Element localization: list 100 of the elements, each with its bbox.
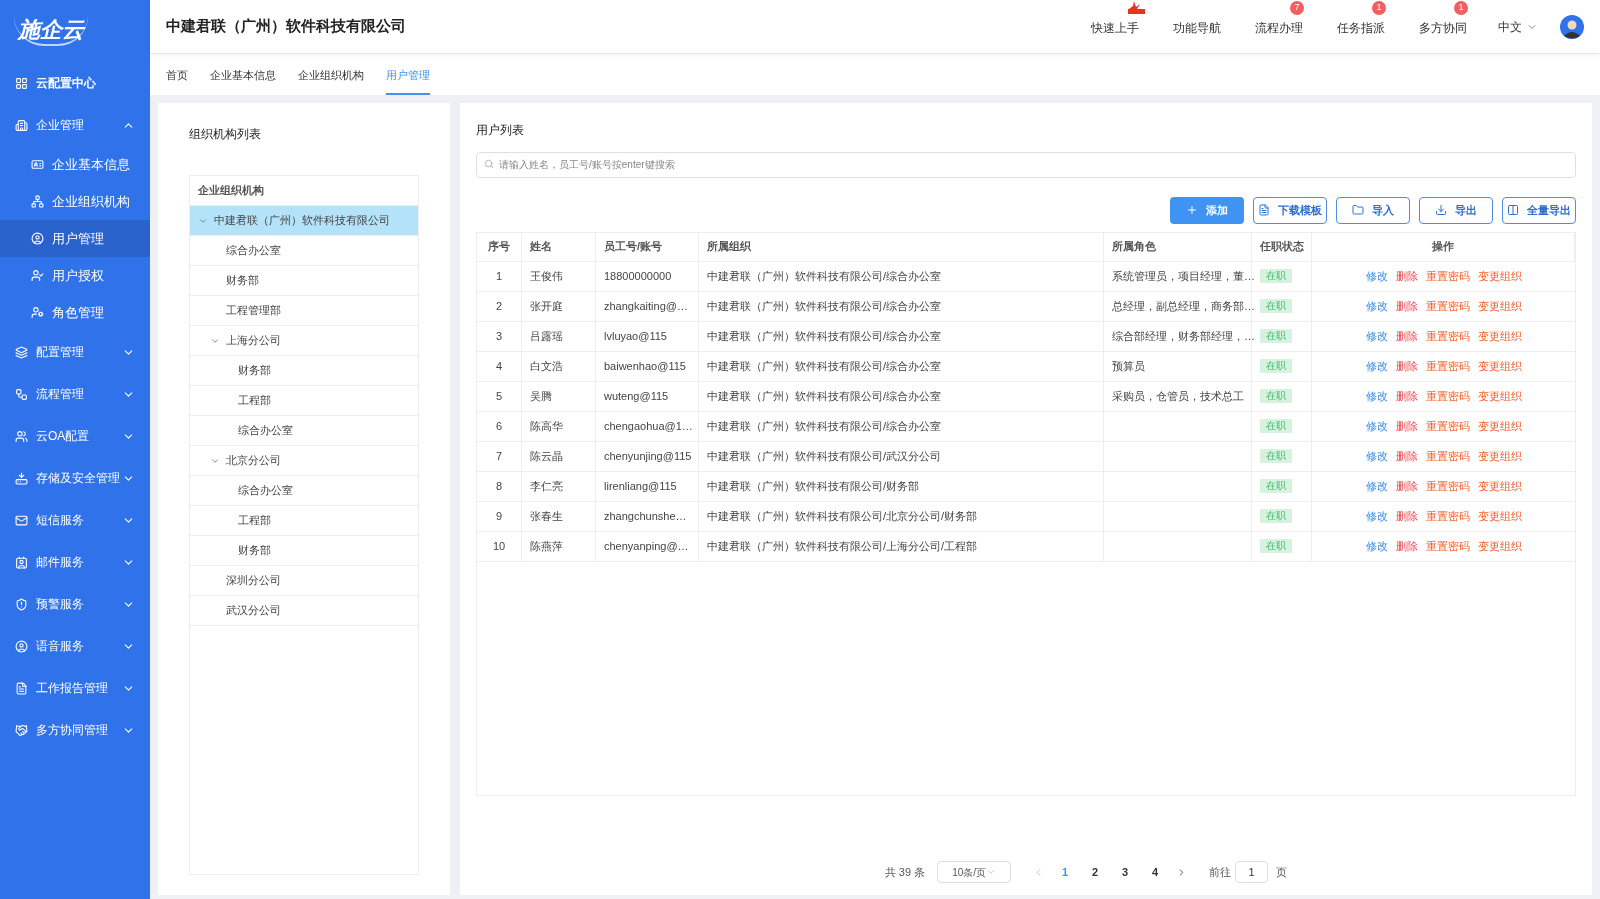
sidebar-item[interactable]: 角色管理	[0, 294, 150, 331]
tree-label: 武汉分公司	[226, 603, 281, 619]
sidebar-item[interactable]: 企业基本信息	[0, 146, 150, 183]
tab[interactable]: 企业基本信息	[210, 66, 276, 95]
panel-title: 组织机构列表	[189, 126, 262, 143]
action-link[interactable]: 重置密码	[1426, 537, 1470, 555]
action-link[interactable]: 修改	[1366, 507, 1388, 525]
action-link[interactable]: 变更组织	[1478, 297, 1522, 315]
sidebar-group[interactable]: 多方协同管理	[0, 709, 150, 751]
sidebar-group[interactable]: 企业管理	[0, 104, 150, 146]
tab[interactable]: 企业组织机构	[298, 66, 364, 95]
user-circle-icon	[31, 232, 44, 245]
action-link[interactable]: 重置密码	[1426, 387, 1470, 405]
sidebar-group[interactable]: 云OA配置	[0, 415, 150, 457]
sidebar-group[interactable]: 云配置中心	[0, 62, 150, 104]
total-count: 共 39 条	[884, 864, 926, 880]
nav-link[interactable]: 任务指派	[1337, 20, 1385, 35]
tab[interactable]: 首页	[166, 66, 188, 95]
toolbar-button[interactable]: 全量导出	[1502, 196, 1576, 224]
table-cell: 3	[477, 321, 522, 351]
action-link[interactable]: 修改	[1366, 447, 1388, 465]
toolbar-button[interactable]: 导出	[1419, 196, 1493, 224]
toolbar-button[interactable]: 下载模板	[1253, 196, 1327, 224]
tab[interactable]: 用户管理	[386, 66, 430, 95]
action-link[interactable]: 重置密码	[1426, 417, 1470, 435]
goto-label: 前往	[1209, 864, 1232, 880]
action-link[interactable]: 删除	[1396, 537, 1418, 555]
sidebar-group[interactable]: 配置管理	[0, 331, 150, 373]
page-size-select[interactable]: 10条/页	[937, 861, 1012, 883]
document-icon	[1258, 204, 1270, 216]
toolbar-button[interactable]: 添加	[1170, 196, 1244, 224]
action-link[interactable]: 删除	[1396, 297, 1418, 315]
column-header: 员工号/账号	[596, 232, 699, 261]
action-link[interactable]: 重置密码	[1426, 297, 1470, 315]
nav-link[interactable]: 快速上手	[1091, 20, 1139, 35]
action-link[interactable]: 修改	[1366, 387, 1388, 405]
action-link[interactable]: 重置密码	[1426, 357, 1470, 375]
action-link[interactable]: 删除	[1396, 507, 1418, 525]
action-link[interactable]: 变更组织	[1478, 447, 1522, 465]
action-link[interactable]: 修改	[1366, 357, 1388, 375]
sidebar-item[interactable]: 企业组织机构	[0, 183, 150, 220]
action-link[interactable]: 删除	[1396, 447, 1418, 465]
search-field[interactable]: 请输入姓名，员工号/账号按enter键搜索	[476, 151, 1576, 178]
action-link[interactable]: 修改	[1366, 297, 1388, 315]
nav-link[interactable]: 多方协同	[1419, 20, 1467, 35]
sidebar-group[interactable]: 存储及安全管理	[0, 457, 150, 499]
action-link[interactable]: 变更组织	[1478, 537, 1522, 555]
language-select[interactable]: 中文	[1498, 17, 1538, 36]
id-card-icon	[15, 555, 28, 569]
table-cell: 5	[477, 381, 522, 411]
page-number[interactable]: 3	[1116, 863, 1135, 881]
action-link[interactable]: 变更组织	[1478, 357, 1522, 375]
status-tag: 在职	[1260, 449, 1292, 463]
sidebar-group[interactable]: 短信服务	[0, 499, 150, 541]
action-link[interactable]: 变更组织	[1478, 507, 1522, 525]
sidebar-item[interactable]: 用户授权	[0, 257, 150, 294]
sidebar-group[interactable]: 流程管理	[0, 373, 150, 415]
table-cell: 吕露瑶	[522, 321, 596, 351]
users-icon	[15, 429, 28, 443]
tree-node[interactable]: 中建君联（广州）软件科技有限公司	[190, 206, 418, 236]
page-number[interactable]: 1	[1056, 863, 1075, 881]
avatar[interactable]	[1560, 14, 1584, 39]
table-cell: 中建君联（广州）软件科技有限公司/综合办公室	[699, 411, 1104, 441]
action-link[interactable]: 修改	[1366, 327, 1388, 345]
download-icon	[1435, 204, 1447, 216]
page-number[interactable]: 4	[1146, 863, 1165, 881]
action-link[interactable]: 重置密码	[1426, 267, 1470, 285]
action-link[interactable]: 变更组织	[1478, 327, 1522, 345]
toolbar-button[interactable]: 导入	[1336, 196, 1410, 224]
action-link[interactable]: 修改	[1366, 537, 1388, 555]
sidebar-group[interactable]: 语音服务	[0, 625, 150, 667]
action-link[interactable]: 删除	[1396, 267, 1418, 285]
action-link[interactable]: 删除	[1396, 387, 1418, 405]
action-link[interactable]: 删除	[1396, 477, 1418, 495]
nav-link[interactable]: 流程办理	[1255, 20, 1303, 35]
action-link[interactable]: 重置密码	[1426, 327, 1470, 345]
page-input[interactable]: 1	[1235, 861, 1269, 883]
action-link[interactable]: 删除	[1396, 417, 1418, 435]
download-box-icon	[15, 471, 28, 485]
sidebar-group[interactable]: 预警服务	[0, 583, 150, 625]
action-link[interactable]: 重置密码	[1426, 447, 1470, 465]
table-cell: 中建君联（广州）软件科技有限公司/武汉分公司	[699, 441, 1104, 471]
action-link[interactable]: 修改	[1366, 267, 1388, 285]
action-link[interactable]: 重置密码	[1426, 477, 1470, 495]
action-link[interactable]: 修改	[1366, 477, 1388, 495]
action-link[interactable]: 修改	[1366, 417, 1388, 435]
action-link[interactable]: 删除	[1396, 327, 1418, 345]
action-link[interactable]: 变更组织	[1478, 267, 1522, 285]
action-link[interactable]: 删除	[1396, 357, 1418, 375]
action-link[interactable]: 重置密码	[1426, 507, 1470, 525]
page-number[interactable]: 2	[1086, 863, 1105, 881]
action-link[interactable]: 变更组织	[1478, 477, 1522, 495]
sidebar-label: 企业组织机构	[52, 192, 130, 211]
table-cell: 中建君联（广州）软件科技有限公司/综合办公室	[699, 261, 1104, 291]
action-link[interactable]: 变更组织	[1478, 417, 1522, 435]
sidebar-group[interactable]: 邮件服务	[0, 541, 150, 583]
nav-link[interactable]: 功能导航	[1173, 20, 1221, 35]
sidebar-item[interactable]: 用户管理	[0, 220, 150, 257]
sidebar-group[interactable]: 工作报告管理	[0, 667, 150, 709]
action-link[interactable]: 变更组织	[1478, 387, 1522, 405]
